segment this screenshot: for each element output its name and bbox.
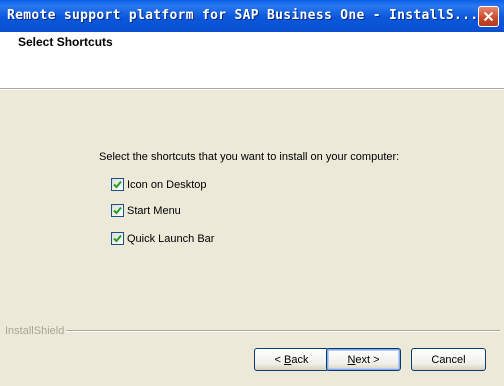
title-bar[interactable]: Remote support platform for SAP Business… — [0, 0, 504, 32]
option-icon-on-desktop[interactable]: Icon on Desktop — [111, 178, 207, 191]
close-button[interactable] — [478, 6, 499, 27]
next-button[interactable]: Next > — [326, 348, 401, 371]
page-title: Select Shortcuts — [18, 35, 113, 49]
start-menu-checkbox[interactable] — [111, 204, 124, 217]
checkmark-icon — [113, 234, 122, 243]
checkmark-icon — [113, 180, 122, 189]
next-mnemonic: N — [347, 353, 356, 366]
back-button[interactable]: < Back — [254, 348, 329, 371]
desktop-label[interactable]: Icon on Desktop — [127, 179, 207, 191]
back-rest: ack — [291, 353, 309, 366]
quick-launch-checkbox[interactable] — [111, 232, 124, 245]
cancel-button[interactable]: Cancel — [411, 348, 486, 371]
checkmark-icon — [113, 206, 122, 215]
footer-divider-highlight — [66, 331, 500, 332]
shortcut-prompt: Select the shortcuts that you want to in… — [99, 151, 400, 163]
close-icon — [483, 11, 494, 22]
next-rest: ext — [355, 353, 371, 366]
window-title: Remote support platform for SAP Business… — [7, 8, 479, 23]
back-mnemonic: B — [284, 353, 292, 366]
header-divider-highlight — [0, 89, 504, 90]
next-suffix: > — [370, 353, 380, 366]
desktop-checkbox[interactable] — [111, 178, 124, 191]
start-menu-label[interactable]: Start Menu — [127, 205, 181, 217]
option-quick-launch-bar[interactable]: Quick Launch Bar — [111, 232, 214, 245]
back-prefix: < — [274, 353, 284, 366]
quick-launch-label[interactable]: Quick Launch Bar — [127, 233, 214, 245]
option-start-menu[interactable]: Start Menu — [111, 204, 181, 217]
installshield-brand: InstallShield — [5, 325, 65, 337]
